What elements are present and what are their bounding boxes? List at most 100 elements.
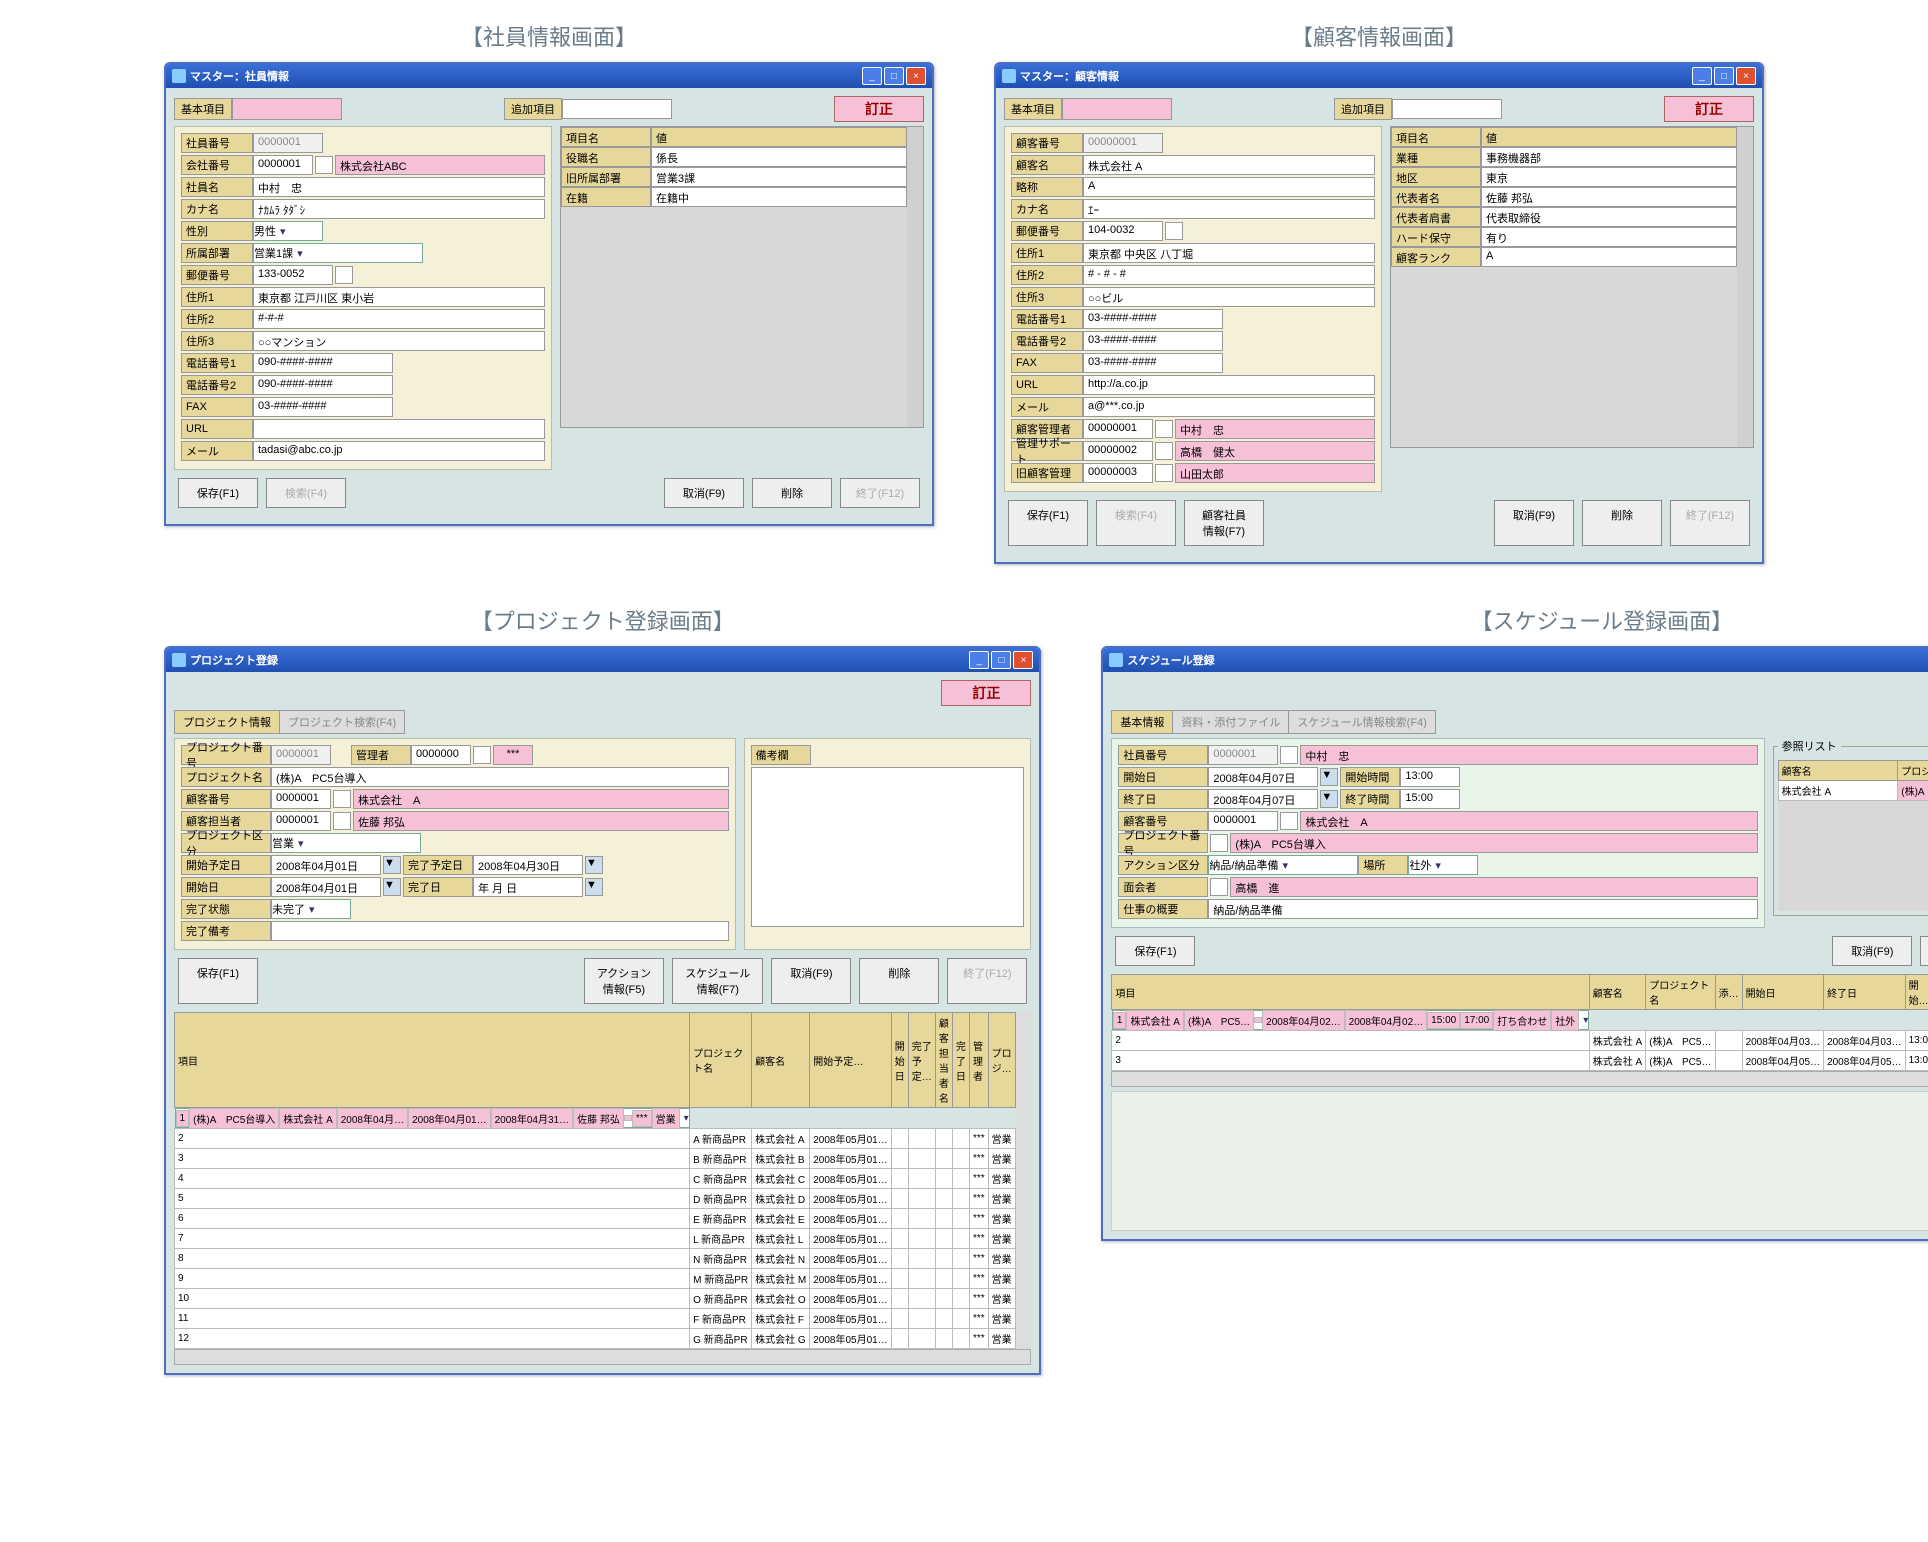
tel2-field[interactable]: 090-####-#### (253, 375, 393, 395)
additional-field[interactable] (1392, 99, 1502, 119)
table-row[interactable]: 1(株)A PC5台導入株式会社 A2008年04月…2008年04月01…20… (175, 1108, 690, 1128)
table-row[interactable]: 9M 新商品PR株式会社 M2008年05月01…***営業 (175, 1269, 1016, 1289)
addr1-field[interactable]: 東京都 中央区 八丁堀 (1083, 243, 1375, 263)
tel1-field[interactable]: 03-####-#### (1083, 309, 1223, 329)
post-lookup[interactable] (1165, 222, 1183, 240)
extra-val[interactable]: 代表取締役 (1481, 207, 1737, 227)
memo-textarea[interactable] (751, 767, 1025, 927)
cno-field[interactable]: 0000001 (1208, 811, 1278, 831)
tab-basic[interactable]: 基本情報 (1111, 710, 1173, 734)
cancel-button[interactable]: 取消(F9) (771, 958, 851, 1004)
old-no[interactable]: 00000003 (1083, 463, 1153, 483)
note-field[interactable] (271, 921, 729, 941)
save-button[interactable]: 保存(F1) (1008, 500, 1088, 546)
correct-button[interactable]: 訂正 (834, 96, 924, 122)
close-button[interactable]: × (906, 67, 926, 85)
maximize-button[interactable]: □ (1714, 67, 1734, 85)
table-row[interactable]: 3B 新商品PR株式会社 B2008年05月01…***営業 (175, 1149, 1016, 1169)
project-table[interactable]: 項目プロジェクト名顧客名開始予定…開始日完了予定…顧客担当者名完了日管理者プロジ… (174, 1012, 1016, 1349)
extra-val[interactable]: 営業3課 (651, 167, 907, 187)
fax-field[interactable]: 03-####-#### (253, 397, 393, 417)
extra-val[interactable]: 事務機器部 (1481, 147, 1737, 167)
scrollbar[interactable] (1737, 127, 1753, 447)
cname-field[interactable]: 株式会社 A (1083, 155, 1375, 175)
sup-lookup[interactable] (1155, 442, 1173, 460)
maximize-button[interactable]: □ (884, 67, 904, 85)
crep-field[interactable]: 0000001 (271, 811, 331, 831)
sup-no[interactable]: 00000002 (1083, 441, 1153, 461)
minimize-button[interactable]: _ (862, 67, 882, 85)
kana-field[interactable]: ｴｰ (1083, 199, 1375, 219)
sex-select[interactable]: 男性 (253, 221, 323, 241)
extra-val[interactable]: 佐藤 邦弘 (1481, 187, 1737, 207)
sd-cal-icon[interactable]: ▼ (1320, 768, 1338, 786)
mgr-lookup[interactable] (1155, 420, 1173, 438)
asd-cal-icon[interactable]: ▼ (383, 878, 401, 896)
meet-lookup[interactable] (1210, 878, 1228, 896)
dept-select[interactable]: 営業1課 (253, 243, 423, 263)
kana-field[interactable]: ﾅｶﾑﾗ ﾀﾀﾞｼ (253, 199, 545, 219)
asd-field[interactable]: 2008年04月01日 (271, 877, 381, 897)
abbr-field[interactable]: A (1083, 177, 1375, 197)
table-row[interactable]: 12G 新商品PR株式会社 G2008年05月01…***営業 (175, 1329, 1016, 1349)
tab-attach[interactable]: 資料・添付ファイル (1172, 710, 1289, 734)
pno-lookup[interactable] (1210, 834, 1228, 852)
tab-search[interactable]: スケジュール情報検索(F4) (1288, 710, 1435, 734)
tel2-field[interactable]: 03-####-#### (1083, 331, 1223, 351)
crep-lookup[interactable] (333, 812, 351, 830)
act-select[interactable]: 納品/納品準備 (1208, 855, 1358, 875)
post-field[interactable]: 104-0032 (1083, 221, 1163, 241)
emp-lookup[interactable] (1280, 746, 1298, 764)
cno-lookup[interactable] (1280, 812, 1298, 830)
compno-lookup[interactable] (315, 156, 333, 174)
pname-field[interactable]: (株)A PC5台導入 (271, 767, 729, 787)
ed-cal-icon[interactable]: ▼ (585, 856, 603, 874)
compno-field[interactable]: 0000001 (253, 155, 313, 175)
delete-button[interactable]: 削除 (752, 478, 832, 508)
cancel-button[interactable]: 取消(F9) (1832, 936, 1912, 966)
old-lookup[interactable] (1155, 464, 1173, 482)
addr3-field[interactable]: ○○マンション (253, 331, 545, 351)
maximize-button[interactable]: □ (991, 651, 1011, 669)
addr2-field[interactable]: # - # - # (1083, 265, 1375, 285)
mgr-no[interactable]: 00000001 (1083, 419, 1153, 439)
table-row[interactable]: 7L 新商品PR株式会社 L2008年05月01…***営業 (175, 1229, 1016, 1249)
table-row[interactable]: 8N 新商品PR株式会社 N2008年05月01…***営業 (175, 1249, 1016, 1269)
mail-field[interactable]: a@***.co.jp (1083, 397, 1375, 417)
stat-select[interactable]: 未完了 (271, 899, 351, 919)
cno-lookup[interactable] (333, 790, 351, 808)
table-hscroll[interactable] (174, 1349, 1031, 1365)
table-row[interactable]: 3株式会社 A(株)A PC5…2008年04月05…2008年04月05…13… (1112, 1051, 1928, 1071)
additional-field[interactable] (562, 99, 672, 119)
st-field[interactable]: 13:00 (1400, 767, 1460, 787)
table-row[interactable]: 5D 新商品PR株式会社 D2008年05月01…***営業 (175, 1189, 1016, 1209)
close-button[interactable]: × (1736, 67, 1756, 85)
post-field[interactable]: 133-0052 (253, 265, 333, 285)
cancel-button[interactable]: 取消(F9) (1494, 500, 1574, 546)
addr2-field[interactable]: #-#-# (253, 309, 545, 329)
aed-field[interactable]: 年 月 日 (473, 877, 583, 897)
save-button[interactable]: 保存(F1) (178, 478, 258, 508)
cno-field[interactable]: 0000001 (271, 789, 331, 809)
correct-button[interactable]: 訂正 (941, 680, 1031, 706)
correct-button[interactable]: 訂正 (1664, 96, 1754, 122)
url-field[interactable]: http://a.co.jp (1083, 375, 1375, 395)
addr1-field[interactable]: 東京都 江戸川区 東小岩 (253, 287, 545, 307)
aed-cal-icon[interactable]: ▼ (585, 878, 603, 896)
ed-field[interactable]: 2008年04月07日 (1208, 789, 1318, 809)
extra-val[interactable]: 在籍中 (651, 187, 907, 207)
close-button[interactable]: × (1013, 651, 1033, 669)
cancel-button[interactable]: 取消(F9) (664, 478, 744, 508)
table-vscroll[interactable] (1016, 1012, 1032, 1349)
scrollbar[interactable] (907, 127, 923, 427)
mail-field[interactable]: tadasi@abc.co.jp (253, 441, 545, 461)
table-row[interactable]: 2A 新商品PR株式会社 A2008年05月01…***営業 (175, 1129, 1016, 1149)
mgr-btn[interactable]: *** (493, 745, 533, 765)
loc-select[interactable]: 社外 (1408, 855, 1478, 875)
custemp-button[interactable]: 顧客社員 情報(F7) (1184, 500, 1264, 546)
action-info-button[interactable]: アクション 情報(F5) (584, 958, 664, 1004)
tel1-field[interactable]: 090-####-#### (253, 353, 393, 373)
table-row[interactable]: 1株式会社 A(株)A PC5…2008年04月02…2008年04月02…15… (1112, 1010, 1589, 1030)
ed-field[interactable]: 2008年04月30日 (473, 855, 583, 875)
ed-cal-icon[interactable]: ▼ (1320, 790, 1338, 808)
